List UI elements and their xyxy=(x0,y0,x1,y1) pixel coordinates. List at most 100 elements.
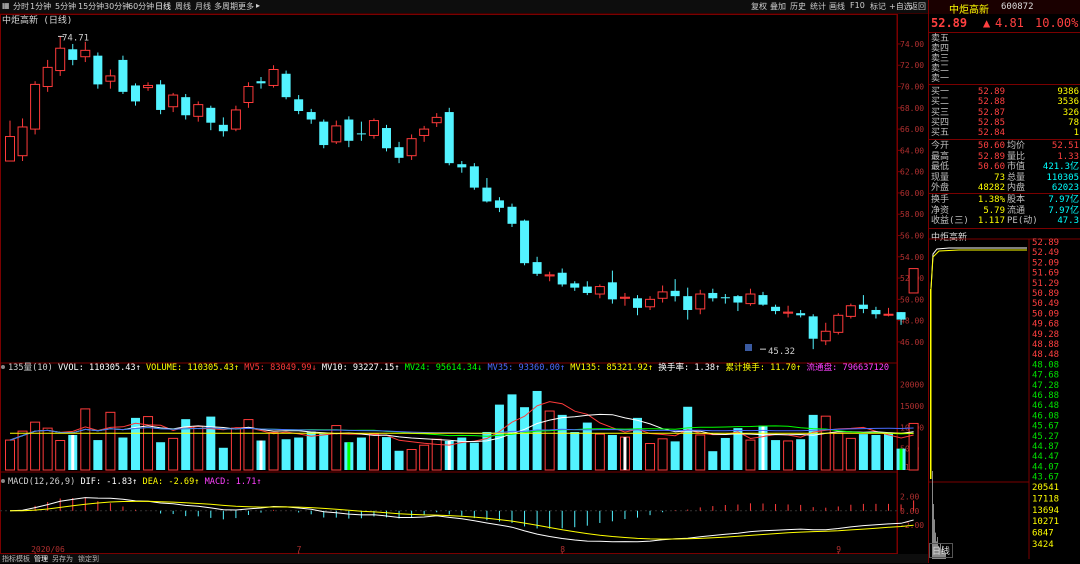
book-label: 买四 xyxy=(931,117,950,128)
stat-value: 7.97亿 xyxy=(1048,205,1079,216)
volume-bar xyxy=(594,433,605,471)
volume-legend-item: 135量(10) xyxy=(8,362,58,373)
book-qty: 326 xyxy=(1062,107,1079,118)
macd-legend-item: MACD: 1.71↑ xyxy=(205,477,262,487)
candle-body xyxy=(419,128,430,136)
candle-body xyxy=(193,104,204,117)
candle-body xyxy=(118,59,128,92)
stat-value: 73 xyxy=(994,172,1005,183)
tool-button-0[interactable]: 复权 xyxy=(751,1,767,12)
macd-legend-item: DEA: -2.69↑ xyxy=(143,477,205,487)
price-axis-label: 50.00 xyxy=(900,295,924,304)
mini-intraday[interactable]: 中炬高新 52.89 52.49 52.09 51.69 51.29 50.89 50.49… xyxy=(929,229,1080,563)
candle-body xyxy=(607,282,617,300)
stat-label: 收益(三) xyxy=(931,216,969,227)
period-tab-3[interactable]: 15分钟 xyxy=(78,1,104,12)
volume-bar xyxy=(5,439,15,471)
candle-body xyxy=(243,86,254,103)
book-label: 买二 xyxy=(931,97,950,108)
volume-bar xyxy=(30,421,41,471)
mini-open-bar xyxy=(930,289,932,479)
legend-dot-icon xyxy=(1,365,5,369)
stat-row: 今开 50.60 均价 52.51 xyxy=(931,141,1079,151)
volume-bar xyxy=(294,437,304,470)
stat-value: 50.60 xyxy=(977,141,1005,151)
mini-axis-label: 44.47 xyxy=(1032,452,1059,462)
volume-bar xyxy=(633,417,642,470)
more-arrow-icon[interactable]: ▸ xyxy=(256,1,260,10)
tool-button-1[interactable]: 叠加 xyxy=(770,1,786,12)
volume-legend-item: 累计换手: 11.70↑ xyxy=(725,361,806,373)
period-tab-9[interactable]: 多周期 xyxy=(214,1,238,12)
price-axis-label: 68.00 xyxy=(900,104,924,113)
candle-body xyxy=(230,109,241,130)
date-label: 7 xyxy=(297,545,302,554)
volume-bar xyxy=(419,444,430,471)
mini-avg-line xyxy=(930,249,1027,290)
volume-legend: 135量(10) VVOL: 110305.43↑ VOLUME: 110305… xyxy=(8,361,889,373)
stock-name: 中炬高新 xyxy=(949,5,989,16)
period-tab-0[interactable]: 分时 xyxy=(13,1,29,12)
mini-period-tab[interactable]: 日线 xyxy=(929,543,954,558)
period-tab-1[interactable]: 1分钟 xyxy=(30,1,51,12)
high-price-label: 74.71 xyxy=(62,33,89,43)
volume-bar xyxy=(55,440,66,471)
candle-body xyxy=(532,262,542,274)
chart-svg[interactable]: 中炬高新 (日线)74.0072.0070.0068.0066.0064.006… xyxy=(0,14,928,556)
book-label: 卖四 xyxy=(931,44,950,54)
stat-label: 换手 xyxy=(931,195,950,205)
mini-axis-label: 44.87 xyxy=(1032,442,1059,452)
mini-axis-label: 46.88 xyxy=(1032,391,1059,401)
volume-bar xyxy=(156,442,166,470)
book-qty: 1 xyxy=(1073,128,1079,139)
period-tab-10[interactable]: 更多 xyxy=(238,1,254,12)
candle-body xyxy=(42,66,53,88)
volume-axis-label: 20000 xyxy=(900,381,924,390)
tool-button-8[interactable]: 返回 xyxy=(910,1,926,12)
dea-line xyxy=(9,500,914,540)
tool-button-4[interactable]: 画线 xyxy=(829,1,845,12)
volume-bar xyxy=(268,431,279,471)
candle-body xyxy=(306,112,316,120)
book-qty: 3536 xyxy=(1057,97,1079,108)
tool-button-3[interactable]: 统计 xyxy=(810,1,826,12)
volume-bar xyxy=(306,431,316,470)
candle-body xyxy=(368,120,379,136)
volume-bar xyxy=(871,434,881,470)
quote-panel: 中炬高新 600872 52.89 ▲ 4.81 10.00% 卖五 卖四 卖三 卖二… xyxy=(928,0,1080,563)
price-change: 4.81 xyxy=(995,16,1024,30)
tool-button-5[interactable]: F10 xyxy=(850,1,865,10)
period-tab-7[interactable]: 周线 xyxy=(175,1,191,12)
stat-label: 现量 xyxy=(931,172,950,183)
stat-value: 50.60 xyxy=(977,162,1005,173)
stat-label: 总量 xyxy=(1007,172,1026,183)
period-tab-4[interactable]: 30分钟 xyxy=(104,1,130,12)
stat-row: 最高 52.89 量比 1.33 xyxy=(931,152,1079,162)
buy-row: 买四 52.85 78 xyxy=(931,118,1079,128)
stat-row-2: 换手 1.38% 股本 7.97亿 xyxy=(931,195,1079,205)
tool-button-2[interactable]: 历史 xyxy=(790,1,806,12)
volume-legend-item: MV10: 93227.15↑ xyxy=(322,363,405,373)
price-axis-label: 54.00 xyxy=(900,253,924,262)
price-axis-label: 64.00 xyxy=(900,146,924,155)
volume-bar xyxy=(670,441,680,470)
candle-body xyxy=(168,94,179,108)
menu-icon[interactable]: ▦ xyxy=(2,1,10,10)
macd-legend-item: MACD(12,26,9) xyxy=(8,477,80,487)
period-tab-6[interactable]: 日线 xyxy=(155,1,171,12)
kline-chart[interactable]: 中炬高新 (日线) 74.00 72.00 70.00 68.00 66.00 64.00 6… xyxy=(0,14,928,556)
volume-bar xyxy=(218,447,228,470)
volume-highlight xyxy=(761,425,765,470)
date-label: 8 xyxy=(560,545,565,554)
buy-row: 买一 52.89 9386 xyxy=(931,87,1079,97)
tool-button-7[interactable]: +自选 xyxy=(889,1,912,12)
period-tab-5[interactable]: 60分钟 xyxy=(128,1,154,12)
period-tab-2[interactable]: 5分钟 xyxy=(55,1,76,12)
period-tab-8[interactable]: 月线 xyxy=(195,1,211,12)
candle-body xyxy=(30,83,41,130)
sell-row: 卖三 xyxy=(931,54,1079,64)
stat-value: 47.3 xyxy=(1057,216,1079,227)
stat-row: 最低 50.60 市值 421.3亿 xyxy=(931,162,1079,172)
sell-row: 卖一 xyxy=(931,74,1079,84)
tool-button-6[interactable]: 标记 xyxy=(870,1,886,12)
